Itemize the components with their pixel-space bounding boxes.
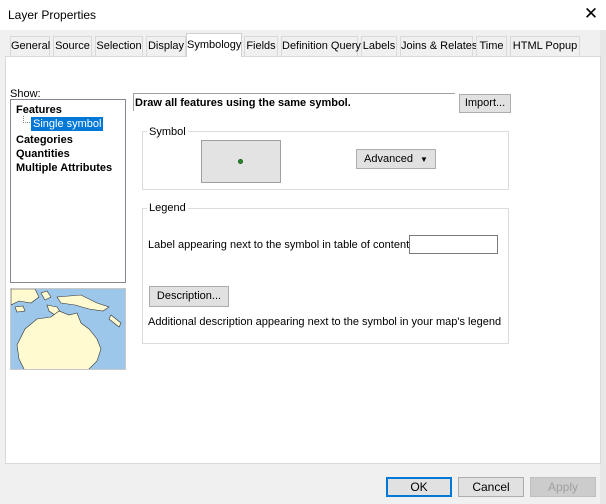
map-illustration: [11, 289, 125, 369]
tab-symbology[interactable]: Symbology: [186, 33, 242, 57]
tab-definition-query[interactable]: Definition Query: [281, 36, 361, 56]
tab-labels[interactable]: Labels: [361, 36, 397, 56]
advanced-label: Advanced: [364, 153, 413, 165]
import-button[interactable]: Import...: [459, 94, 511, 113]
tab-fields[interactable]: Fields: [244, 36, 278, 56]
list-item-single-symbol[interactable]: Single symbol: [31, 117, 104, 131]
symbol-group: [142, 131, 509, 190]
tab-source[interactable]: Source: [53, 36, 92, 56]
legend-group-title: Legend: [147, 202, 188, 214]
symbol-group-title: Symbol: [147, 126, 188, 138]
list-item-multiple-attributes[interactable]: Multiple Attributes: [16, 162, 112, 174]
advanced-dropdown-button[interactable]: Advanced ▼: [356, 149, 436, 169]
ok-button[interactable]: OK: [386, 477, 452, 497]
cancel-button[interactable]: Cancel: [458, 477, 524, 497]
list-item-features[interactable]: Features: [16, 104, 62, 116]
legend-label-input[interactable]: [409, 235, 498, 254]
tab-general[interactable]: General: [10, 36, 50, 56]
tab-selection[interactable]: Selection: [95, 36, 143, 56]
label-prompt: Label appearing next to the symbol in ta…: [148, 239, 418, 251]
tab-html-popup[interactable]: HTML Popup: [510, 36, 580, 56]
tab-display[interactable]: Display: [146, 36, 186, 56]
apply-button[interactable]: Apply: [530, 477, 596, 497]
list-item-quantities[interactable]: Quantities: [16, 148, 70, 160]
description-hint: Additional description appearing next to…: [148, 316, 502, 328]
tree-connector: [23, 116, 30, 123]
description-button[interactable]: Description...: [149, 286, 229, 307]
point-symbol-icon: [238, 159, 243, 164]
window-title: Layer Properties: [8, 8, 97, 22]
preview-map-image: [10, 288, 126, 370]
list-item-categories[interactable]: Categories: [16, 134, 73, 146]
tab-joins-relates[interactable]: Joins & Relates: [400, 36, 477, 56]
renderer-description: Draw all features using the same symbol.: [135, 97, 351, 109]
tab-time[interactable]: Time: [476, 36, 507, 56]
dropdown-arrow-icon: ▼: [420, 155, 428, 164]
close-icon[interactable]: ✕: [578, 2, 604, 28]
